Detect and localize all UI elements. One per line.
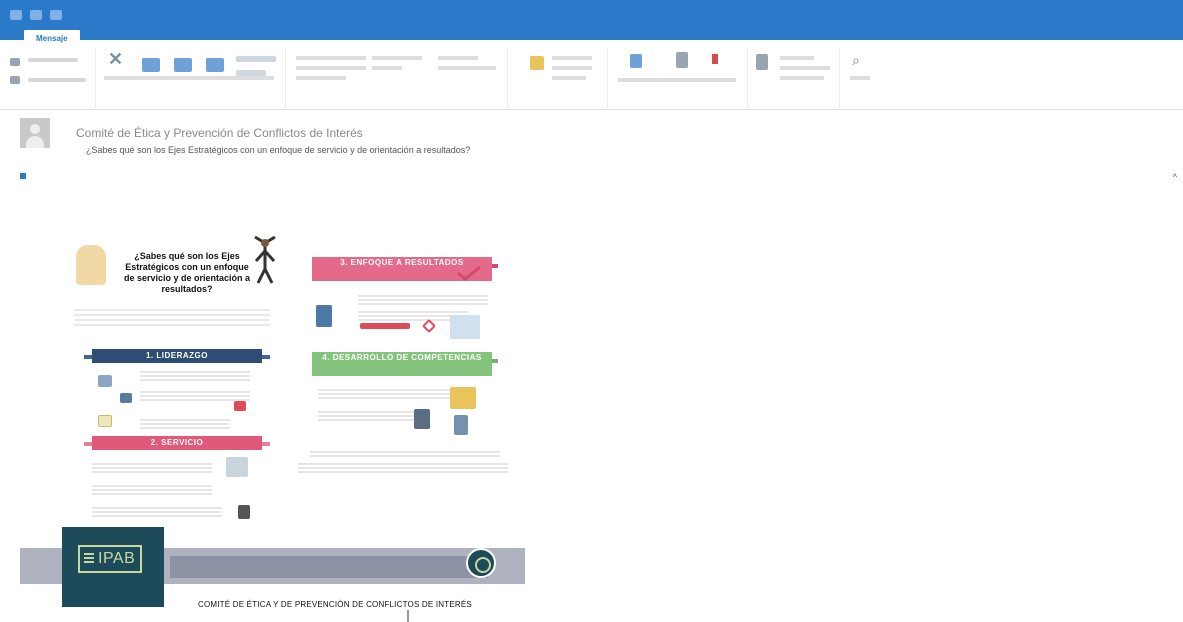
highlight-bar <box>360 323 410 329</box>
ignore-icon[interactable] <box>10 58 20 66</box>
footer-title: COMITÉ DE ÉTICA Y DE PREVENCIÓN DE CONFL… <box>198 600 472 609</box>
section-banner-liderazgo: 1. LIDERAZGO <box>92 349 262 363</box>
footnote-text <box>310 451 500 459</box>
book-icon <box>450 387 476 409</box>
categorize-icon[interactable] <box>676 52 688 68</box>
tab-archivo[interactable] <box>0 30 24 48</box>
related-item[interactable] <box>780 66 830 70</box>
globe-icon <box>466 548 496 578</box>
servicio-text <box>92 507 222 519</box>
text-cursor <box>407 610 409 622</box>
quick-step-2[interactable] <box>296 66 366 70</box>
forward-icon[interactable] <box>206 58 224 72</box>
quick-step-6[interactable] <box>438 56 478 60</box>
info-icon <box>20 173 26 179</box>
save-icon[interactable] <box>10 10 22 20</box>
zoom-icon[interactable]: ⌕ <box>852 52 860 69</box>
ribbon-group-6 <box>748 48 840 108</box>
tab-other[interactable] <box>80 30 104 48</box>
section-banner-servicio: 2. SERVICIO <box>92 436 262 450</box>
rules-item[interactable] <box>552 56 592 60</box>
ribbon-label-line <box>104 76 274 80</box>
infographic-question: ¿Sabes qué son los Ejes Estratégicos con… <box>123 251 251 294</box>
ribbon-group-2: ✕ <box>96 48 286 108</box>
ribbon-label-line <box>850 76 870 80</box>
presenter-icon <box>414 409 430 429</box>
desarrollo-text <box>318 411 428 423</box>
window-title <box>430 14 770 24</box>
select-item[interactable] <box>780 76 824 80</box>
ribbon-group-7: ⌕ <box>840 48 884 108</box>
servicio-text <box>92 463 212 475</box>
move-icon[interactable] <box>530 56 544 70</box>
mark-unread-icon[interactable] <box>630 54 642 68</box>
quick-step-5[interactable] <box>372 66 402 70</box>
logo-frame: IPAB <box>78 545 142 573</box>
ribbon-group-3 <box>286 48 508 108</box>
shield-icon <box>120 393 132 403</box>
quick-access-toolbar <box>10 10 62 20</box>
businessman-icon <box>252 235 278 285</box>
translate-icon[interactable] <box>756 54 768 70</box>
meeting-icon[interactable] <box>236 56 276 62</box>
message-subject: Comité de Ética y Prevención de Conflict… <box>76 126 363 140</box>
avatar <box>20 118 50 148</box>
redo-icon[interactable] <box>50 10 62 20</box>
students-icon <box>454 415 468 435</box>
undo-icon[interactable] <box>30 10 42 20</box>
checklist-icon <box>98 375 112 387</box>
quick-step-7[interactable] <box>438 66 496 70</box>
follow-up-flag-icon[interactable] <box>712 54 718 64</box>
sent-line <box>20 173 29 180</box>
junk-icon[interactable] <box>10 76 20 84</box>
footnote-text <box>298 463 508 473</box>
person-desk-icon <box>316 305 332 327</box>
quick-step-4[interactable] <box>372 56 422 60</box>
liderazgo-text <box>140 391 250 403</box>
ribbon-tabs: Mensaje <box>0 30 1183 48</box>
footer-stripe <box>170 556 488 578</box>
checkmark-icon <box>456 265 482 281</box>
ribbon-label-line <box>618 78 736 82</box>
quick-step-3[interactable] <box>296 76 346 80</box>
reply-icon[interactable] <box>142 58 160 72</box>
intro-text <box>74 309 270 329</box>
logo-lines-icon <box>84 553 94 565</box>
ribbon-group-5 <box>608 48 748 108</box>
ribbon-label-line <box>28 58 78 62</box>
message-body-infographic: ¿Sabes qué son los Ejes Estratégicos con… <box>62 205 524 545</box>
logo-text: IPAB <box>98 550 136 567</box>
message-preview: ¿Sabes qué son los Ejes Estratégicos con… <box>86 145 471 155</box>
ribbon: ✕ ⌕ <box>0 48 1183 110</box>
people-network-icon <box>226 457 248 477</box>
liderazgo-text <box>140 371 250 383</box>
collapse-ribbon-icon[interactable]: ^ <box>1173 172 1177 182</box>
desarrollo-text <box>318 389 468 401</box>
tab-mensaje[interactable]: Mensaje <box>24 30 80 48</box>
delete-icon[interactable]: ✕ <box>108 50 123 68</box>
section-banner-desarrollo: 4. DESARROLLO DE COMPETENCIAS <box>312 352 492 376</box>
ribbon-group-4 <box>508 48 608 108</box>
find-item[interactable] <box>780 56 814 60</box>
quick-step-1[interactable] <box>296 56 366 60</box>
person-icon <box>238 505 250 519</box>
liderazgo-text <box>140 419 230 431</box>
actions-item[interactable] <box>552 76 586 80</box>
reply-all-icon[interactable] <box>174 58 192 72</box>
servicio-text <box>92 485 212 497</box>
enfoque-text <box>358 295 488 307</box>
team-icon <box>450 315 480 339</box>
ribbon-group-1 <box>0 48 96 108</box>
person-thinking-icon <box>76 245 106 285</box>
onenote-item[interactable] <box>552 66 592 70</box>
ribbon-label-line <box>28 78 86 82</box>
document-icon <box>98 415 112 427</box>
ipab-logo: IPAB <box>62 527 164 607</box>
